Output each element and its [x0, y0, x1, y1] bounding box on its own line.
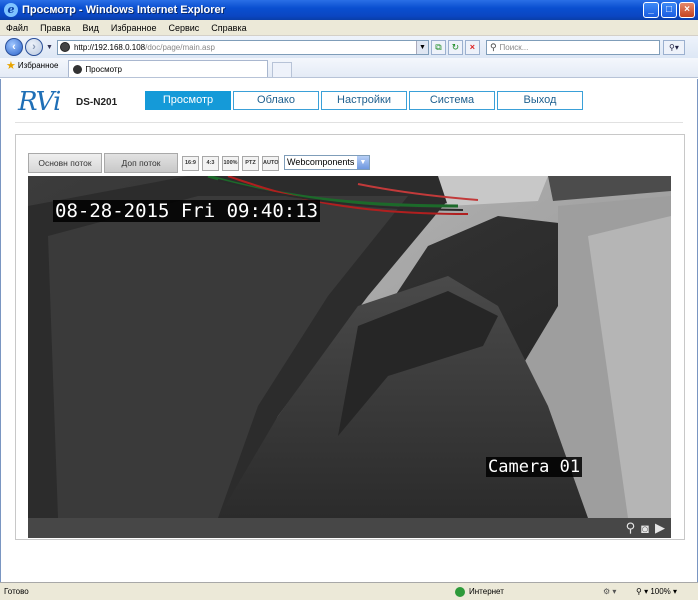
back-button[interactable]: ‹: [5, 38, 23, 56]
ratio-original-button[interactable]: 100%: [222, 156, 239, 171]
status-text: Готово: [4, 587, 29, 596]
rvi-logo: RVi: [18, 87, 61, 117]
favorites-button[interactable]: ★ Избранное: [6, 59, 58, 72]
minimize-button[interactable]: _: [643, 2, 659, 18]
auto-ratio-button[interactable]: AUTO: [262, 156, 279, 171]
protected-mode-icon[interactable]: ⚙ ▾: [603, 587, 616, 596]
ie-logo-icon: e: [4, 3, 18, 17]
chevron-down-icon[interactable]: ▼: [357, 156, 369, 169]
zoom-level: 100%: [650, 587, 671, 596]
maximize-button[interactable]: □: [661, 2, 677, 18]
ratio-16-9-button[interactable]: 16:9: [182, 156, 199, 171]
nav-tab-settings[interactable]: Настройки: [321, 91, 407, 110]
address-path: /doc/page/main.asp: [145, 42, 215, 52]
nav-tab-logout[interactable]: Выход: [497, 91, 583, 110]
zoom-icon-status: ⚲ ▾: [636, 587, 651, 596]
menu-edit[interactable]: Правка: [40, 23, 70, 33]
menu-help[interactable]: Справка: [211, 23, 246, 33]
osd-camera-name: Camera 01: [486, 457, 583, 477]
address-host: http://192.168.0.108: [73, 42, 146, 52]
close-button[interactable]: ×: [679, 2, 695, 18]
zoom-icon[interactable]: ⚲: [626, 520, 636, 536]
zoom-control[interactable]: ⚲ ▾ 100% ▾: [636, 587, 677, 596]
compatibility-view-icon[interactable]: ⧉: [430, 39, 446, 55]
favorites-bar: ★ Избранное Просмотр: [0, 58, 698, 78]
favorites-label: Избранное: [17, 61, 59, 70]
record-icon[interactable]: ▶: [655, 520, 665, 536]
browser-tab[interactable]: Просмотр: [68, 60, 269, 77]
internet-zone-icon: [455, 586, 465, 597]
status-bar: Готово Интернет ⚙ ▾ ⚲ ▾ 100% ▾: [0, 582, 698, 600]
menu-tools[interactable]: Сервис: [168, 23, 199, 33]
header-divider: [15, 122, 683, 123]
menu-file[interactable]: Файл: [6, 23, 28, 33]
main-nav: Просмотр Облако Настройки Система Выход: [145, 91, 583, 110]
address-dropdown-icon[interactable]: ▼: [415, 40, 428, 54]
nav-tab-live[interactable]: Просмотр: [145, 91, 231, 110]
main-stream-button[interactable]: Основн поток: [28, 153, 102, 173]
menu-view[interactable]: Вид: [83, 23, 99, 33]
sub-stream-button[interactable]: Доп поток: [104, 153, 178, 173]
nav-tab-cloud[interactable]: Облако: [233, 91, 319, 110]
ratio-4-3-button[interactable]: 4:3: [202, 156, 219, 171]
plugin-select-value: Webcomponents: [287, 157, 355, 167]
page-icon: [59, 42, 70, 52]
ptz-button[interactable]: PTZ: [242, 156, 259, 171]
zoom-dropdown-icon[interactable]: ▾: [671, 587, 677, 596]
video-feed[interactable]: 08-28-2015 Fri 09:40:13 Camera 01: [28, 176, 671, 518]
security-zone[interactable]: Интернет: [455, 586, 504, 597]
nav-tab-system[interactable]: Система: [409, 91, 495, 110]
page-content: RVi DS-N201 Просмотр Облако Настройки Си…: [0, 79, 698, 582]
menu-favorites[interactable]: Избранное: [111, 23, 157, 33]
osd-datetime: 08-28-2015 Fri 09:40:13: [53, 200, 321, 222]
tab-page-icon: [73, 64, 83, 74]
history-dropdown-icon[interactable]: ▼: [46, 44, 53, 51]
search-provider-icon: ⚲: [489, 41, 497, 52]
plugin-select[interactable]: Webcomponents ▼: [284, 155, 370, 170]
new-tab-button[interactable]: [272, 62, 293, 77]
device-model: DS-N201: [76, 97, 118, 108]
favorites-star-icon: ★: [6, 60, 16, 72]
window-titlebar: e Просмотр - Windows Internet Explorer _…: [0, 0, 698, 20]
live-view-panel: Основн поток Доп поток 16:9 4:3 100% PTZ…: [15, 134, 685, 540]
address-toolbar: ‹ › ▼ http://192.168.0.108/doc/page/main…: [0, 36, 698, 58]
zone-label: Интернет: [469, 587, 504, 596]
menubar: Файл Правка Вид Избранное Сервис Справка: [0, 20, 698, 36]
refresh-icon[interactable]: ↻: [447, 39, 463, 55]
search-input[interactable]: ⚲ Поиск...: [485, 39, 660, 55]
search-button[interactable]: ⚲▾: [662, 39, 685, 55]
video-toolbar: ⚲ ◙ ▶: [28, 518, 671, 538]
stop-icon[interactable]: ×: [464, 39, 480, 55]
address-bar[interactable]: http://192.168.0.108/doc/page/main.asp ▼: [56, 39, 429, 55]
tab-label: Просмотр: [85, 64, 122, 74]
search-placeholder: Поиск...: [499, 42, 529, 52]
snapshot-icon[interactable]: ◙: [641, 521, 649, 536]
forward-button[interactable]: ›: [25, 38, 43, 56]
window-title: Просмотр - Windows Internet Explorer: [22, 4, 225, 16]
